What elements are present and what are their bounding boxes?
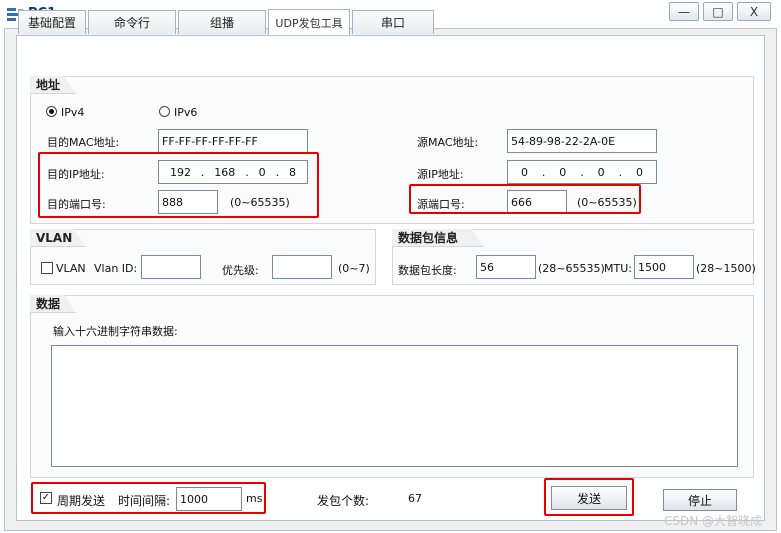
src-ip-octet-1: 0 (520, 165, 528, 179)
maximize-icon: □ (712, 4, 724, 19)
dst-mac-field[interactable]: FF-FF-FF-FF-FF-FF (158, 129, 308, 153)
minimize-icon: — (678, 4, 690, 19)
src-ip-label: 源IP地址: (417, 168, 464, 181)
close-icon: X (749, 4, 759, 19)
src-mac-field[interactable]: 54-89-98-22-2A-0E (507, 129, 657, 153)
tab-serial[interactable]: 串口 (352, 10, 434, 34)
ip-dot: . (541, 165, 546, 179)
ipv4-label: IPv4 (61, 106, 85, 119)
src-ip-octet-2: 0 (559, 165, 567, 179)
src-ip-field[interactable]: 0. 0. 0. 0 (507, 160, 657, 184)
vlan-id-field[interactable] (141, 255, 201, 279)
tab-udp-tool[interactable]: UDP发包工具 (268, 9, 350, 35)
src-mac-label: 源MAC地址: (417, 136, 479, 149)
priority-field[interactable] (272, 255, 332, 279)
packet-length-range: (28~65535) (538, 262, 605, 275)
hex-data-hint: 输入十六进制字符串数据: (53, 325, 178, 338)
hex-data-textarea[interactable] (51, 345, 738, 467)
packet-length-field[interactable]: 56 (476, 255, 536, 279)
radio-selected-icon (49, 109, 54, 114)
packet-count-value: 67 (408, 492, 422, 505)
dst-mac-label: 目的MAC地址: (47, 136, 120, 149)
packet-length-label: 数据包长度: (398, 264, 457, 277)
send-highlight-box (544, 478, 634, 516)
packet-info-group-title: 数据包信息 (392, 229, 484, 247)
vlan-checkbox[interactable] (41, 262, 53, 274)
src-ip-octet-3: 0 (597, 165, 605, 179)
close-button[interactable]: X (737, 2, 771, 21)
mtu-field[interactable]: 1500 (634, 255, 694, 279)
minimize-button[interactable]: — (669, 2, 699, 21)
ip-dot: . (580, 165, 584, 179)
dst-highlight-box (38, 152, 319, 218)
src-port-highlight-box (409, 184, 641, 214)
ipv6-radio[interactable] (159, 106, 170, 117)
priority-range: (0~7) (338, 262, 370, 275)
src-ip-octet-4: 0 (635, 165, 643, 179)
ipv6-label: IPv6 (174, 106, 198, 119)
tab-basic-config[interactable]: 基础配置 (18, 10, 86, 34)
stop-button[interactable]: 停止 (663, 489, 737, 511)
mtu-range: (28~1500) (696, 262, 756, 275)
ip-dot: . (618, 165, 623, 179)
priority-label: 优先级: (222, 264, 259, 277)
packet-count-label: 发包个数: (317, 494, 370, 508)
vlan-checkbox-label: VLAN (56, 262, 86, 275)
vlan-id-label: Vlan ID: (94, 262, 138, 275)
tab-command-line[interactable]: 命令行 (88, 10, 176, 34)
ipv4-radio[interactable] (46, 106, 57, 117)
watermark: CSDN @大智晓成 (664, 514, 763, 528)
mtu-label: MTU: (604, 262, 632, 275)
maximize-button[interactable]: □ (703, 2, 733, 21)
periodic-highlight-box (31, 482, 266, 514)
tab-multicast[interactable]: 组播 (178, 10, 266, 34)
